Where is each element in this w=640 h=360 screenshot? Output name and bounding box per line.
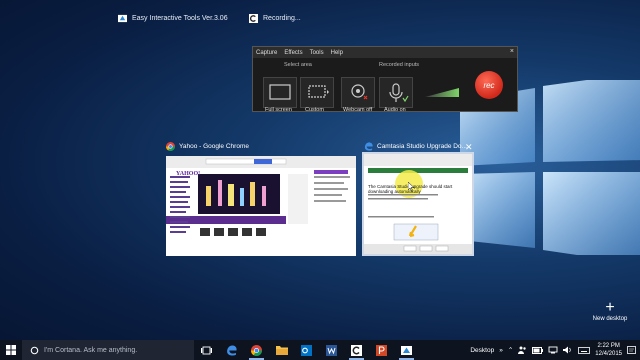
taskbar-edge[interactable] xyxy=(219,340,244,360)
cortana-search-box[interactable]: I'm Cortana. Ask me anything. xyxy=(22,340,194,360)
menu-help[interactable]: Help xyxy=(331,50,343,56)
taskbar-chrome[interactable] xyxy=(244,340,269,360)
edge-icon xyxy=(364,142,373,151)
powerpoint-icon xyxy=(376,344,387,356)
clock-date: 12/4/2015 xyxy=(595,351,622,357)
top-app-recording[interactable]: Recording... xyxy=(249,14,301,23)
recorder-menu-bar: Capture Effects Tools Help xyxy=(253,47,517,58)
windows-start-icon xyxy=(6,345,16,355)
cortana-icon xyxy=(30,346,39,354)
taskbar-file-explorer[interactable] xyxy=(269,340,294,360)
system-tray: Desktop » ⌃ 2:22 PM 12/4/2015 xyxy=(470,340,640,360)
folder-icon xyxy=(275,346,288,355)
action-center-icon[interactable] xyxy=(627,345,636,355)
select-area-title: Select area xyxy=(284,62,312,68)
yahoo-logo: YAHOO! xyxy=(176,171,201,177)
camtasia-recorder-icon xyxy=(351,344,362,356)
taskbar-word[interactable] xyxy=(319,340,344,360)
menu-effects[interactable]: Effects xyxy=(284,50,302,56)
task-view-icon xyxy=(201,346,212,354)
easy-interactive-tools-icon xyxy=(118,14,127,23)
taskbar-camtasia[interactable] xyxy=(344,340,369,360)
cortana-placeholder: I'm Cortana. Ask me anything. xyxy=(44,346,138,354)
audio-toggle-button[interactable] xyxy=(379,77,413,108)
custom-area-button[interactable] xyxy=(300,77,334,108)
taskbar: I'm Cortana. Ask me anything. Desktop » … xyxy=(0,340,640,360)
taskbar-clock[interactable]: 2:22 PM 12/4/2015 xyxy=(595,342,622,358)
plus-icon: + xyxy=(605,299,615,316)
camtasia-page-preview xyxy=(364,154,472,254)
recorded-inputs-title: Recorded inputs xyxy=(379,62,420,68)
start-button[interactable] xyxy=(0,340,22,360)
show-hidden-icons-chevron-icon[interactable]: ⌃ xyxy=(508,346,513,354)
chrome-window-title[interactable]: Yahoo - Google Chrome xyxy=(166,142,249,151)
webcam-icon xyxy=(351,84,368,100)
camtasia-window-title[interactable]: Camtasia Studio Upgrade Do... xyxy=(364,142,467,151)
menu-capture[interactable]: Capture xyxy=(256,50,277,56)
full-screen-button[interactable] xyxy=(263,77,297,108)
custom-label: Custom xyxy=(305,107,324,113)
webcam-label: Webcam off xyxy=(343,107,373,113)
network-icon[interactable] xyxy=(548,346,558,354)
camtasia-window-title-text: Camtasia Studio Upgrade Do... xyxy=(377,143,467,150)
audio-label: Audio on xyxy=(384,107,406,113)
outlook-icon xyxy=(301,344,312,356)
custom-area-icon xyxy=(308,85,329,98)
people-icon[interactable] xyxy=(518,346,527,354)
desktop-toolbar-label[interactable]: Desktop xyxy=(470,347,494,354)
word-icon xyxy=(326,344,337,356)
easy-interactive-tools-icon xyxy=(401,345,412,355)
taskbar-outlook[interactable] xyxy=(294,340,319,360)
top-app-easy-interactive-tools[interactable]: Easy Interactive Tools Ver.3.06 xyxy=(118,14,228,23)
record-button-label: rec xyxy=(483,80,495,90)
top-app-label: Easy Interactive Tools Ver.3.06 xyxy=(132,15,228,22)
microphone-icon xyxy=(389,83,409,103)
mouse-cursor-icon xyxy=(408,182,415,192)
webcam-toggle-button[interactable] xyxy=(341,77,375,108)
keyboard-icon[interactable] xyxy=(578,346,591,354)
desktop-toolbar-chevron-icon[interactable]: » xyxy=(499,347,503,354)
record-button[interactable]: rec xyxy=(475,71,503,99)
new-desktop-button[interactable]: + New desktop xyxy=(588,299,632,323)
menu-tools[interactable]: Tools xyxy=(310,50,324,56)
new-desktop-label: New desktop xyxy=(592,316,628,322)
chrome-window-title-text: Yahoo - Google Chrome xyxy=(179,143,249,150)
camtasia-heading: The Camtasia Studio upgrade should start… xyxy=(368,184,468,194)
full-screen-icon xyxy=(269,84,291,100)
battery-icon[interactable] xyxy=(532,346,544,354)
camtasia-recorder-icon xyxy=(249,14,258,23)
full-screen-label: Full screen xyxy=(265,107,292,113)
camtasia-recorder-panel: Capture Effects Tools Help × Select area… xyxy=(252,46,518,113)
taskbar-easy-interactive-tools[interactable] xyxy=(394,340,419,360)
taskbar-powerpoint[interactable] xyxy=(369,340,394,360)
audio-volume-slider[interactable] xyxy=(425,88,459,97)
top-app-label: Recording... xyxy=(263,15,301,22)
edge-icon xyxy=(227,344,237,356)
camtasia-window-thumbnail[interactable]: The Camtasia Studio upgrade should start… xyxy=(362,152,474,256)
task-view-button[interactable] xyxy=(194,340,219,360)
clock-time: 2:22 PM xyxy=(597,343,620,349)
recorder-close-button[interactable]: × xyxy=(510,48,514,55)
chrome-icon xyxy=(166,142,175,151)
chrome-window-thumbnail[interactable]: YAHOO! xyxy=(166,156,356,256)
volume-icon[interactable] xyxy=(563,346,573,354)
chrome-icon xyxy=(251,344,262,356)
